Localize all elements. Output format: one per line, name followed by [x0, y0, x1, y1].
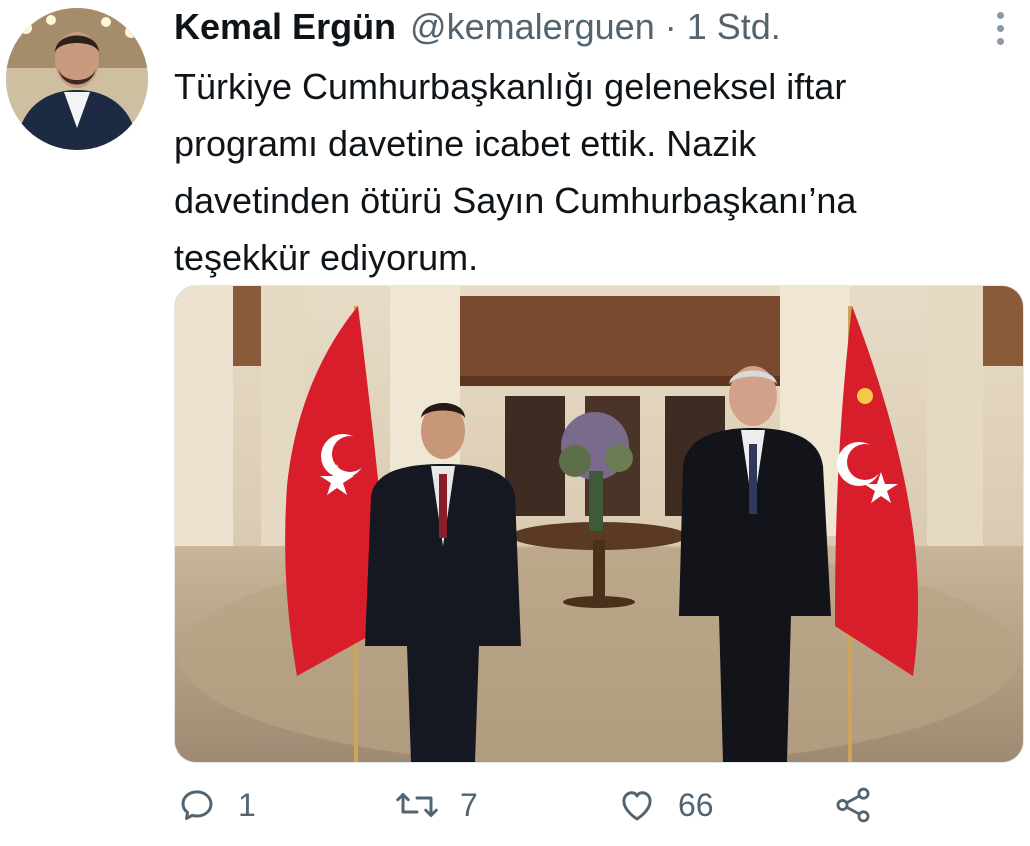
like-button[interactable]: 66 [616, 780, 714, 830]
share-button[interactable] [832, 780, 874, 830]
more-options-icon[interactable] [988, 8, 1012, 48]
retweet-count: 7 [460, 786, 478, 823]
tweet-header: Kemal Ergün @kemalerguen · 1 Std. [174, 6, 781, 50]
tweet-text: Türkiye Cumhurbaşkanlığı geleneksel ifta… [174, 66, 857, 278]
author-handle[interactable]: @kemalerguen [410, 6, 655, 48]
tweet-timestamp[interactable]: 1 Std. [687, 6, 781, 48]
like-count: 66 [678, 786, 714, 823]
separator-dot: · [664, 6, 677, 47]
tweet-photo[interactable] [174, 285, 1024, 763]
reply-button[interactable]: 1 [176, 780, 256, 830]
photo-image [175, 286, 1023, 762]
share-icon [836, 787, 870, 823]
retweet-icon [396, 793, 438, 817]
heart-icon [622, 791, 652, 821]
author-name[interactable]: Kemal Ergün [174, 6, 396, 48]
reply-icon [181, 790, 213, 820]
tweet-actions: 1 7 66 [176, 780, 896, 830]
reply-count: 1 [238, 786, 256, 823]
retweet-button[interactable]: 7 [394, 780, 478, 830]
author-avatar[interactable] [6, 8, 148, 150]
avatar-photo [6, 8, 148, 150]
